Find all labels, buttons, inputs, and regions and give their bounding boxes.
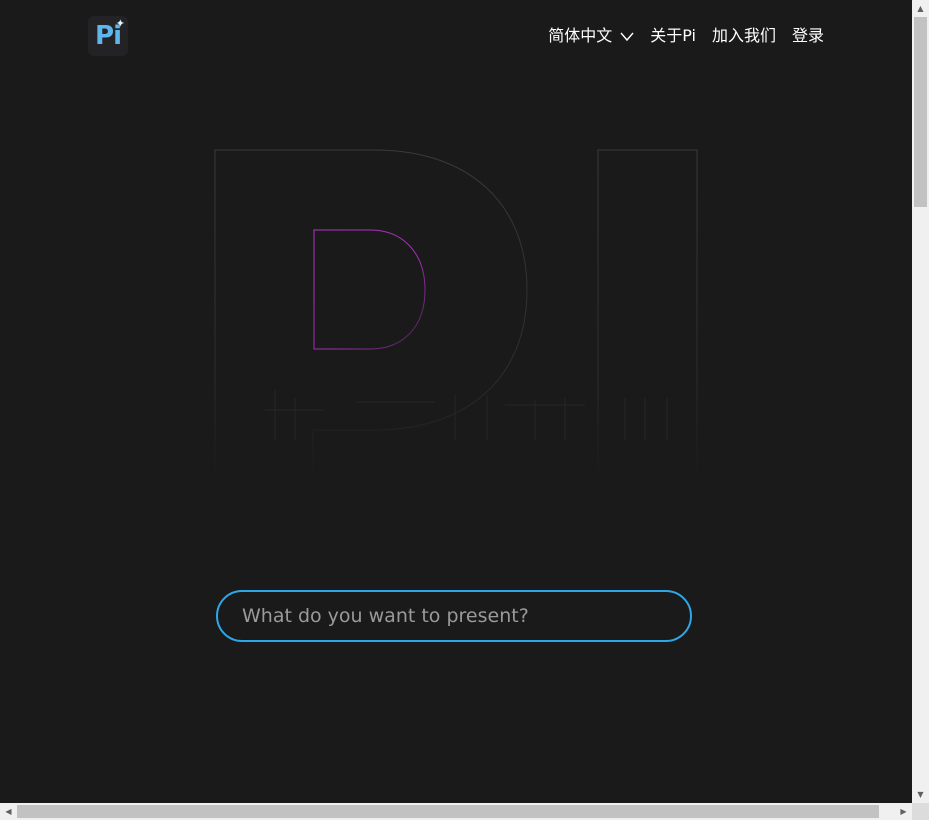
vertical-scrollbar[interactable]: ▲ ▼ [912, 0, 929, 803]
chevron-down-icon [620, 32, 634, 42]
scroll-right-arrow-icon[interactable]: ▶ [895, 803, 912, 820]
language-label: 简体中文 [548, 26, 613, 45]
scroll-down-arrow-icon[interactable]: ▼ [912, 786, 929, 803]
nav-login-link[interactable]: 登录 [792, 24, 824, 48]
language-selector[interactable]: 简体中文 [548, 24, 634, 48]
pi-outline-art [214, 149, 698, 481]
sparkle-icon: ✦ [115, 17, 125, 30]
prompt-input[interactable] [218, 592, 690, 640]
nav-about-link[interactable]: 关于Pi [650, 24, 696, 48]
pi-logo[interactable]: Pi ✦ [88, 16, 128, 56]
horizontal-scrollbar[interactable]: ◀ ▶ [0, 803, 912, 820]
horizontal-scroll-thumb[interactable] [17, 805, 879, 818]
nav-join-link[interactable]: 加入我们 [712, 24, 776, 48]
scroll-left-arrow-icon[interactable]: ◀ [0, 803, 17, 820]
scroll-up-arrow-icon[interactable]: ▲ [912, 0, 929, 17]
top-nav: 简体中文 关于Pi 加入我们 登录 [548, 24, 824, 48]
letter-p-outline [214, 149, 528, 481]
hero-pi-outline [205, 140, 715, 500]
prompt-input-box[interactable] [216, 590, 692, 642]
vertical-scroll-thumb[interactable] [914, 17, 927, 207]
page-viewport: Pi ✦ 简体中文 关于Pi 加入我们 登录 [0, 0, 912, 803]
letter-p-inner-outline [313, 229, 426, 350]
scrollbar-corner [912, 803, 929, 820]
letter-i-outline [597, 149, 698, 481]
